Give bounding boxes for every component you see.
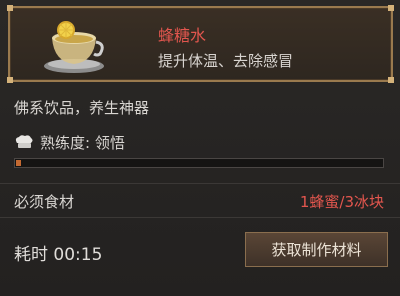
honey-water-cup-icon — [44, 21, 104, 73]
frame-corner — [388, 5, 394, 11]
divider — [0, 183, 400, 184]
proficiency-progress-bar — [14, 158, 384, 168]
frame-corner — [388, 77, 394, 83]
chef-hat-icon — [15, 135, 33, 148]
recipe-panel: 蜂糖水 提升体温、去除感冒 佛系饮品，养生神器 熟练度: 领悟 必须食材 1蜂蜜… — [0, 0, 400, 296]
ingredients-value: 1蜂蜜/3冰块 — [299, 193, 384, 211]
craft-time: 耗时 00:15 — [14, 245, 103, 265]
flavor-text: 佛系饮品，养生神器 — [14, 99, 150, 117]
item-description: 提升体温、去除感冒 — [158, 52, 294, 70]
divider — [0, 217, 400, 218]
frame-corner — [7, 5, 13, 11]
proficiency-row: 熟练度: 领悟 — [14, 131, 125, 153]
item-header-card: 蜂糖水 提升体温、去除感冒 — [7, 5, 394, 83]
get-materials-button[interactable]: 获取制作材料 — [245, 232, 388, 267]
frame-corner — [7, 77, 13, 83]
proficiency-label: 熟练度: 领悟 — [40, 133, 125, 152]
proficiency-progress-fill — [16, 160, 21, 166]
ingredients-label: 必须食材 — [14, 193, 75, 211]
item-name: 蜂糖水 — [158, 26, 207, 45]
